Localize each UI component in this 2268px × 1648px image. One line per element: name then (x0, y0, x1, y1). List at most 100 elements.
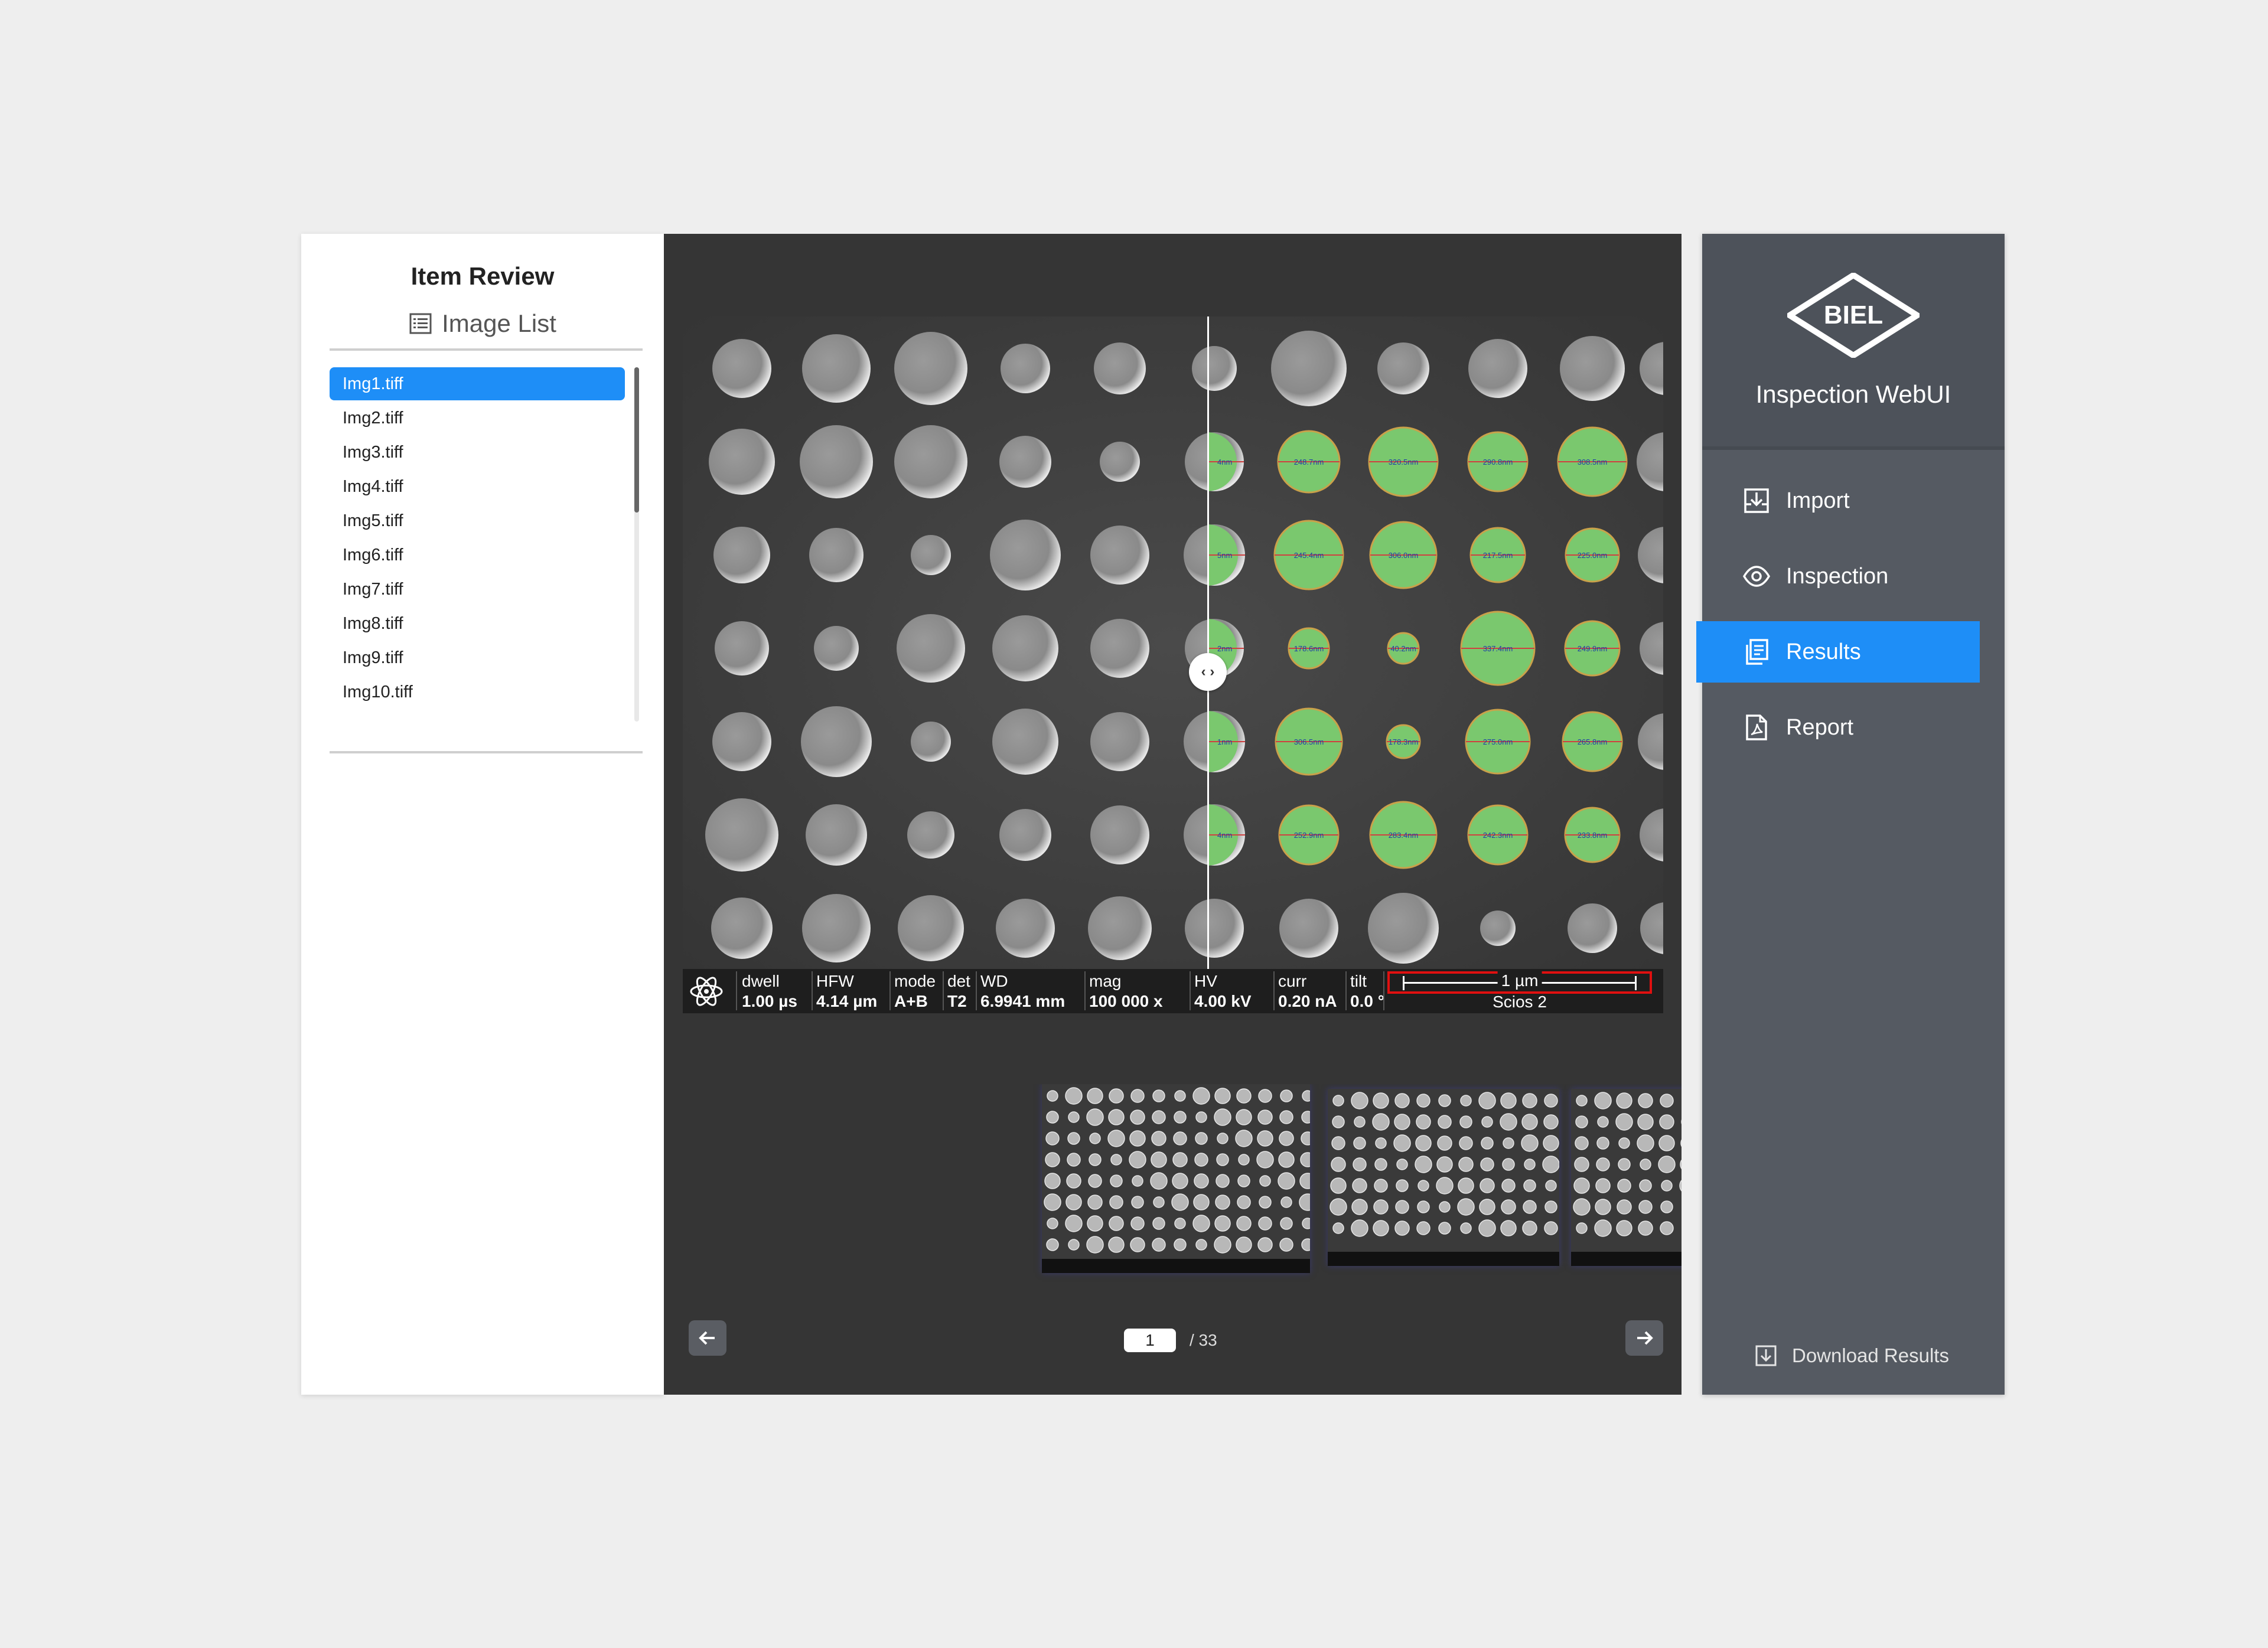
measure-label: 217.5nm (1483, 551, 1513, 560)
thumbnail-particle (1174, 1238, 1187, 1251)
thumbnail-particle (1130, 1237, 1145, 1252)
thumbnail-particle (1374, 1158, 1387, 1171)
image-list-item[interactable]: Img9.tiff (330, 641, 625, 674)
thumbnail-particle (1302, 1090, 1310, 1102)
measure-label: 249.9nm (1578, 644, 1608, 653)
particle (1090, 712, 1149, 771)
thumbnail-particle (1542, 1156, 1559, 1173)
thumbnail-particle (1354, 1116, 1366, 1128)
thumbnail-particle (1065, 1194, 1082, 1210)
thumbnail-particle (1438, 1222, 1451, 1235)
thumbnail-particle (1109, 1216, 1124, 1231)
particle (1560, 336, 1625, 401)
scrollbar-thumb[interactable] (634, 367, 639, 513)
particle (894, 425, 967, 498)
image-list-item[interactable]: Img10.tiff (330, 675, 625, 709)
particle (1468, 339, 1527, 398)
thumbnail-particle (1500, 1092, 1517, 1109)
thumbnail-particle (1259, 1175, 1271, 1187)
thumbnail-particle (1046, 1111, 1059, 1124)
thumbnail-2[interactable] (1328, 1089, 1559, 1266)
thumbnail-particle (1394, 1114, 1410, 1130)
thumbnail-particle (1375, 1137, 1387, 1149)
thumbnail-particle (1595, 1178, 1611, 1193)
thumbnail-particle (1638, 1200, 1653, 1214)
particle-grid: 4nm 248.7nm 320.5nm 290.8nm 308.5nm 5nm 245.4n… (683, 316, 1663, 969)
thumbnail-particle (1174, 1090, 1186, 1102)
thumbnail-particle (1150, 1172, 1168, 1190)
previous-image-button[interactable] (689, 1320, 726, 1356)
thumbnail-particle (1066, 1173, 1081, 1189)
thumbnail-1[interactable] (1042, 1084, 1310, 1273)
thumbnail-particle (1373, 1220, 1389, 1236)
menu-item-inspection[interactable]: Inspection (1696, 546, 1980, 607)
thumbnail-particle (1597, 1116, 1609, 1128)
thumbnail-particle (1501, 1199, 1516, 1215)
particle (1088, 896, 1152, 960)
thumbnail-particle (1192, 1215, 1210, 1232)
particle (1279, 899, 1338, 958)
menu-item-import[interactable]: Import (1696, 470, 1980, 531)
scale-label: 1 µm (1497, 971, 1542, 990)
thumbnail-particle (1576, 1095, 1588, 1107)
particle (1271, 331, 1347, 406)
thumbnail-particle (1087, 1195, 1103, 1210)
menu-item-report[interactable]: Report (1696, 697, 1980, 758)
thumbnail-particle (1660, 1221, 1674, 1235)
divider (330, 348, 643, 351)
particle (712, 712, 771, 771)
image-list-item[interactable]: Img4.tiff (330, 470, 625, 503)
hfw-readout: HFW 4.14 µm (816, 972, 878, 1010)
image-list-item[interactable]: Img7.tiff (330, 573, 625, 606)
download-results-button[interactable]: Download Results (1754, 1344, 1949, 1368)
panel-title: Item Review (410, 262, 555, 290)
menu-item-results[interactable]: Results (1696, 621, 1980, 683)
brand-text: BIEL (1824, 301, 1883, 329)
thumbnail-particle (1543, 1114, 1559, 1130)
thumbnail-particle (1237, 1174, 1250, 1187)
image-list-item[interactable]: Img1.tiff (330, 367, 625, 400)
thumbnail-particle (1153, 1196, 1165, 1208)
thumbnail-particle (1047, 1090, 1058, 1102)
thumbnail-particle (1279, 1238, 1293, 1252)
thumbnail-particle (1418, 1180, 1429, 1192)
sem-image[interactable]: 4nm 248.7nm 320.5nm 290.8nm 308.5nm 5nm 245.4n… (683, 316, 1663, 1013)
particle (1480, 911, 1516, 946)
thumbnail-particle (1351, 1199, 1368, 1215)
thumbnail-particle (1109, 1088, 1124, 1104)
det-readout: det T2 (947, 972, 970, 1010)
thumbnail-particle (1416, 1221, 1430, 1235)
thumbnail-particle (1256, 1151, 1274, 1169)
thumbnail-particle (1045, 1152, 1060, 1167)
list-scrollbar[interactable] (634, 367, 639, 722)
measure-label: 308.5nm (1578, 458, 1608, 466)
thumbnail-strip (664, 1084, 1682, 1285)
thumbnail-particle (1280, 1196, 1292, 1208)
menu-item-label: Results (1786, 639, 1861, 664)
thumbnail-particle (1481, 1116, 1493, 1128)
particle (999, 809, 1051, 861)
next-image-button[interactable] (1625, 1320, 1663, 1356)
image-list-item[interactable]: Img8.tiff (330, 607, 625, 640)
page-number-input[interactable]: 1 (1124, 1329, 1176, 1352)
thumbnail-particle (1352, 1178, 1367, 1193)
image-list-item[interactable]: Img6.tiff (330, 539, 625, 572)
instrument-name: Scios 2 (1493, 993, 1547, 1011)
image-list-item[interactable]: Img2.tiff (330, 402, 625, 435)
measure-label: 306.5nm (1294, 737, 1324, 746)
thumbnail-particle (1067, 1132, 1080, 1145)
image-list-item[interactable]: Img3.tiff (330, 436, 625, 469)
compare-splitter-handle[interactable]: ‹ › (1189, 653, 1227, 691)
image-list-item[interactable]: Img5.tiff (330, 504, 625, 537)
thumbnail-particle (1193, 1194, 1210, 1210)
measure-label: 1nm (1217, 737, 1232, 746)
thumbnail-particle (1573, 1198, 1591, 1216)
thumbnail-particle (1301, 1238, 1310, 1251)
thumbnail-particle (1130, 1109, 1145, 1125)
measure-label: 306.0nm (1389, 551, 1419, 560)
thumbnail-3[interactable] (1571, 1089, 1682, 1266)
thumbnail-particle (1045, 1131, 1060, 1146)
measure-label: 265.8nm (1578, 737, 1608, 746)
thumbnail-particle (1658, 1156, 1676, 1173)
thumbnail-particle (1087, 1088, 1103, 1104)
